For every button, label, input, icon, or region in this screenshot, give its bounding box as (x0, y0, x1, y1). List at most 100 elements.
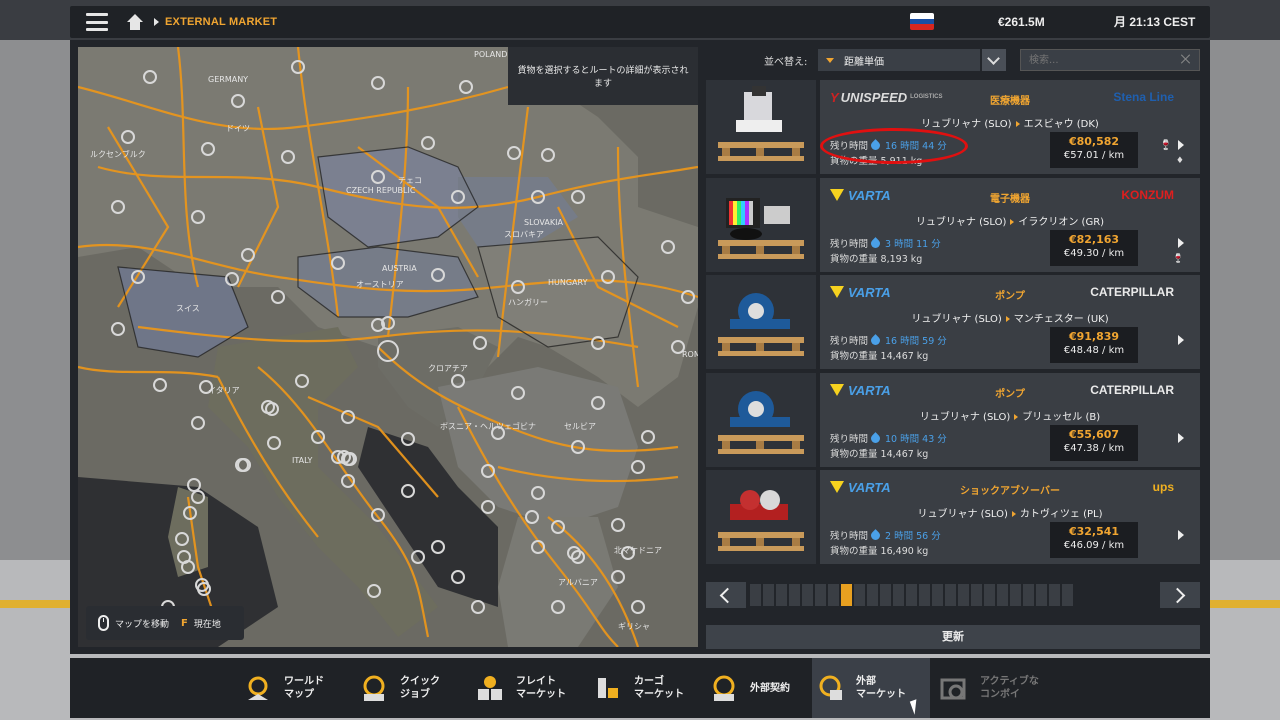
nav-quick-job[interactable]: クイック ジョブ (356, 658, 466, 718)
quick-job-icon (360, 674, 388, 702)
job-card[interactable]: VARTA ポンプ CATERPILLAR リュブリャナ (SLO) ブリュッセル… (706, 373, 1200, 467)
job-card[interactable]: VARTA ショックアブソーバー ups リュブリャナ (SLO) カトヴィツェ … (706, 470, 1200, 564)
prev-page-button[interactable] (706, 582, 746, 608)
nav-cargo-market[interactable]: カーゴ マーケット (590, 658, 700, 718)
chevron-right-icon[interactable] (1178, 530, 1184, 540)
page-indicator[interactable] (958, 584, 969, 606)
job-card[interactable]: VARTA ポンプ CATERPILLAR リュブリャナ (SLO) マンチェスタ… (706, 275, 1200, 369)
route-to: カトヴィツェ (PL) (1019, 509, 1103, 520)
map-label-germany: GERMANY (208, 75, 248, 84)
page-indicator[interactable] (984, 584, 995, 606)
map-label-slovakia: SLOVAKIA (524, 218, 563, 227)
page-indicator[interactable] (945, 584, 956, 606)
price-box: €91,839 €48.48 / km (1050, 327, 1138, 363)
page-indicator[interactable] (841, 584, 852, 606)
page-indicator[interactable] (854, 584, 865, 606)
cargo-weight-label: 貨物の重量 (830, 254, 878, 265)
map-label-luxembourg: ルクセンブルク (90, 149, 146, 159)
job-info[interactable]: VARTA ポンプ CATERPILLAR リュブリャナ (SLO) マンチェスタ… (820, 275, 1200, 369)
route-to: ブリュッセル (B) (1022, 412, 1101, 423)
chevron-right-icon[interactable] (1178, 140, 1184, 150)
sort-select[interactable]: 距離単価 (818, 49, 980, 71)
destination-company-logo: CATERPILLAR (1090, 383, 1174, 397)
nav-label: ワールド マップ (284, 676, 324, 700)
chevron-right-icon[interactable] (1178, 433, 1184, 443)
page-indicator[interactable] (1010, 584, 1021, 606)
job-price: €32,541 (1068, 525, 1120, 538)
cargo-weight: 貨物の重量 14,467 kg (830, 446, 928, 460)
slovenia-flag-icon (910, 13, 934, 30)
route: リュブリャナ (SLO) イラクリオン (GR) (820, 213, 1200, 228)
map-label-italy: ITALY (292, 456, 312, 465)
breadcrumb-chevron-icon (154, 18, 159, 26)
page-indicator[interactable] (971, 584, 982, 606)
cargo-image (718, 490, 804, 551)
chevron-right-icon[interactable] (1178, 238, 1184, 248)
company-subtitle: LOGISTICS (910, 94, 943, 100)
company-name: VARTA (848, 284, 891, 300)
next-page-button[interactable] (1160, 582, 1200, 608)
price-per-km: €46.09 / km (1063, 540, 1125, 551)
page-indicator[interactable] (893, 584, 904, 606)
refresh-button[interactable]: 更新 (706, 625, 1200, 649)
page-indicator[interactable] (880, 584, 891, 606)
nav-external-contracts[interactable]: 外部契約 (706, 658, 806, 718)
page-indicator[interactable] (828, 584, 839, 606)
page-indicator[interactable] (919, 584, 930, 606)
job-price: €82,163 (1068, 233, 1120, 246)
page-indicator[interactable] (906, 584, 917, 606)
pagination (706, 582, 1200, 608)
nav-freight-market[interactable]: フレイト マーケット (472, 658, 582, 718)
close-icon[interactable] (1180, 53, 1192, 65)
price-per-km: €57.01 / km (1063, 150, 1125, 161)
nav-world-map[interactable]: ワールド マップ (240, 658, 350, 718)
destination-company-logo: Stena Line (1113, 90, 1174, 104)
job-info[interactable]: VARTA ポンプ CATERPILLAR リュブリャナ (SLO) ブリュッセル… (820, 373, 1200, 467)
route-from: リュブリャナ (SLO) (911, 314, 1002, 325)
job-info[interactable]: VARTA ショックアブソーバー ups リュブリャナ (SLO) カトヴィツェ … (820, 470, 1200, 564)
remaining-time-label: 残り時間 (830, 531, 869, 542)
current-location-button[interactable]: 現在地 (194, 617, 221, 630)
destination-company-logo: KONZUM (1121, 188, 1174, 202)
money-balance: €261.5M (998, 15, 1045, 29)
game-clock: 月 21:13 CEST (1114, 15, 1196, 29)
cargo-thumbnail (706, 178, 816, 272)
cargo-weight: 貨物の重量 8,193 kg (830, 251, 922, 265)
map-label-croatia-jp: クロアチア (428, 364, 468, 373)
map-label-austria: AUSTRIA (382, 264, 417, 273)
route-from: リュブリャナ (SLO) (921, 119, 1012, 130)
page-indicator[interactable] (997, 584, 1008, 606)
page-indicator[interactable] (1023, 584, 1034, 606)
menu-icon[interactable] (86, 13, 108, 31)
home-icon[interactable] (126, 14, 144, 30)
world-map[interactable]: POLAND GERMANY ドイツ ルクセンブルク チェコ CZECH REP… (78, 47, 698, 647)
cargo-weight-value: 14,467 kg (880, 351, 929, 362)
page-indicator[interactable] (789, 584, 800, 606)
mouse-icon (98, 615, 109, 631)
page-indicators (750, 584, 1073, 606)
page-indicator[interactable] (776, 584, 787, 606)
job-card[interactable]: Y UNISPEED LOGISTICS 医療機器 Stena Line リュブ… (706, 80, 1200, 174)
chevron-right-icon[interactable] (1178, 335, 1184, 345)
page-indicator[interactable] (932, 584, 943, 606)
job-info[interactable]: VARTA 電子機器 KONZUM リュブリャナ (SLO) イラクリオン (GR… (820, 178, 1200, 272)
page-indicator[interactable] (815, 584, 826, 606)
valuable-cargo-icon: ♦ (1175, 156, 1184, 166)
map-label-macedonia-jp: 北マケドニア (614, 546, 662, 555)
page-indicator[interactable] (802, 584, 813, 606)
page-indicator[interactable] (867, 584, 878, 606)
search-input[interactable] (1020, 49, 1200, 71)
page-indicator[interactable] (1062, 584, 1073, 606)
map-label-czech-jp: チェコ (398, 176, 422, 185)
page-indicator[interactable] (1049, 584, 1060, 606)
page-indicator[interactable] (763, 584, 774, 606)
external-contracts-icon (710, 674, 738, 702)
job-card[interactable]: VARTA 電子機器 KONZUM リュブリャナ (SLO) イラクリオン (GR… (706, 178, 1200, 272)
page-indicator[interactable] (1036, 584, 1047, 606)
nav-active-convoy[interactable]: アクティブな コンボイ (936, 658, 1056, 718)
job-price: €91,839 (1068, 330, 1120, 343)
route-to: エスビャウ (DK) (1023, 119, 1099, 130)
page-indicator[interactable] (750, 584, 761, 606)
chevron-down-icon[interactable] (982, 49, 1006, 71)
cargo-name: ポンプ (995, 291, 1025, 302)
